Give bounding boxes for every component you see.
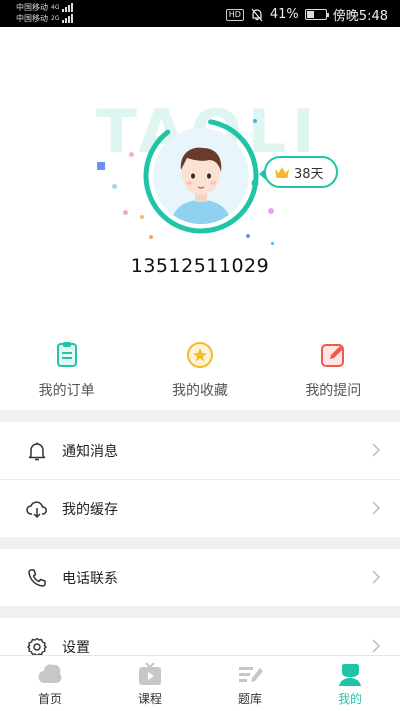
edit-question-icon	[321, 344, 345, 367]
chevron-right-icon	[372, 501, 381, 515]
my-cache-row[interactable]: 我的缓存	[0, 480, 400, 537]
tab-question-bank-label: 题库	[237, 692, 262, 706]
hd-icon: HD	[225, 8, 244, 21]
user-phone-number: 13512511029	[130, 255, 270, 277]
cloud-download-icon	[26, 500, 47, 518]
chevron-right-icon	[372, 443, 381, 457]
tab-home-label: 首页	[37, 692, 62, 706]
vip-days-text: 38天	[294, 166, 324, 182]
phone-contact-row[interactable]: 电话联系	[0, 549, 400, 606]
carrier-1-name: 中国移动	[16, 3, 48, 12]
section-gap	[0, 537, 400, 549]
decor-square	[97, 162, 105, 170]
settings-label: 设置	[62, 639, 90, 656]
decor-dot	[129, 152, 134, 157]
carrier-info: 中国移动 4G 中国移动 2G	[16, 2, 74, 24]
battery-icon	[304, 9, 329, 20]
carrier-1-network: 4G	[51, 4, 60, 11]
star-coin-icon	[186, 342, 213, 368]
my-orders-label: 我的订单	[38, 383, 95, 399]
profile-header: TAOLI 38天 13512511029	[0, 27, 400, 327]
decor-dot	[112, 184, 117, 189]
signal-1-icon	[62, 3, 74, 12]
decor-dot	[271, 242, 274, 245]
notifications-row[interactable]: 通知消息	[0, 422, 400, 479]
battery-percent: 41%	[269, 7, 299, 22]
decor-dot	[123, 210, 128, 215]
status-bar: 中国移动 4G 中国移动 2G HD 41% 傍晚5:48	[0, 0, 400, 27]
my-questions-label: 我的提问	[305, 383, 362, 399]
chevron-right-icon	[372, 639, 381, 653]
home-icon	[38, 664, 62, 683]
bottom-tab-bar: 首页 课程 题库 我的	[0, 655, 400, 711]
my-questions-button[interactable]: 我的提问	[267, 330, 400, 410]
tab-home[interactable]: 首页	[0, 656, 100, 711]
tab-courses-label: 课程	[137, 692, 162, 706]
bell-icon	[28, 442, 46, 460]
carrier-2-name: 中国移动	[16, 14, 48, 23]
shortcut-bar: 我的订单 我的收藏 我的提问	[0, 330, 400, 410]
signal-2-icon	[62, 14, 74, 23]
crown-icon	[275, 166, 289, 178]
tab-courses[interactable]: 课程	[100, 656, 200, 711]
avatar-boy-icon	[171, 147, 231, 224]
tab-question-bank[interactable]: 题库	[200, 656, 300, 711]
tab-profile-label: 我的	[337, 692, 362, 706]
decor-dot	[149, 235, 153, 239]
carrier-2-network: 2G	[51, 15, 60, 22]
clock: 傍晚5:48	[332, 9, 388, 24]
my-cache-label: 我的缓存	[62, 501, 118, 518]
mute-bell-icon	[251, 8, 263, 21]
my-favorites-label: 我的收藏	[171, 383, 228, 399]
my-favorites-button[interactable]: 我的收藏	[133, 330, 266, 410]
question-bank-icon	[239, 667, 263, 682]
avatar[interactable]	[153, 128, 249, 224]
phone-contact-label: 电话联系	[62, 570, 118, 587]
course-play-icon	[139, 662, 161, 685]
decor-dot	[268, 208, 274, 214]
section-gap	[0, 410, 400, 422]
profile-icon	[339, 664, 361, 686]
order-clipboard-icon	[56, 342, 77, 367]
tab-profile[interactable]: 我的	[300, 656, 400, 711]
chevron-right-icon	[372, 570, 381, 584]
vip-days-badge[interactable]: 38天	[259, 156, 338, 188]
phone-icon	[28, 568, 46, 587]
section-gap	[0, 606, 400, 618]
notifications-label: 通知消息	[62, 443, 118, 460]
status-right: HD 41% 傍晚5:48	[225, 5, 388, 24]
my-orders-button[interactable]: 我的订单	[0, 330, 133, 410]
